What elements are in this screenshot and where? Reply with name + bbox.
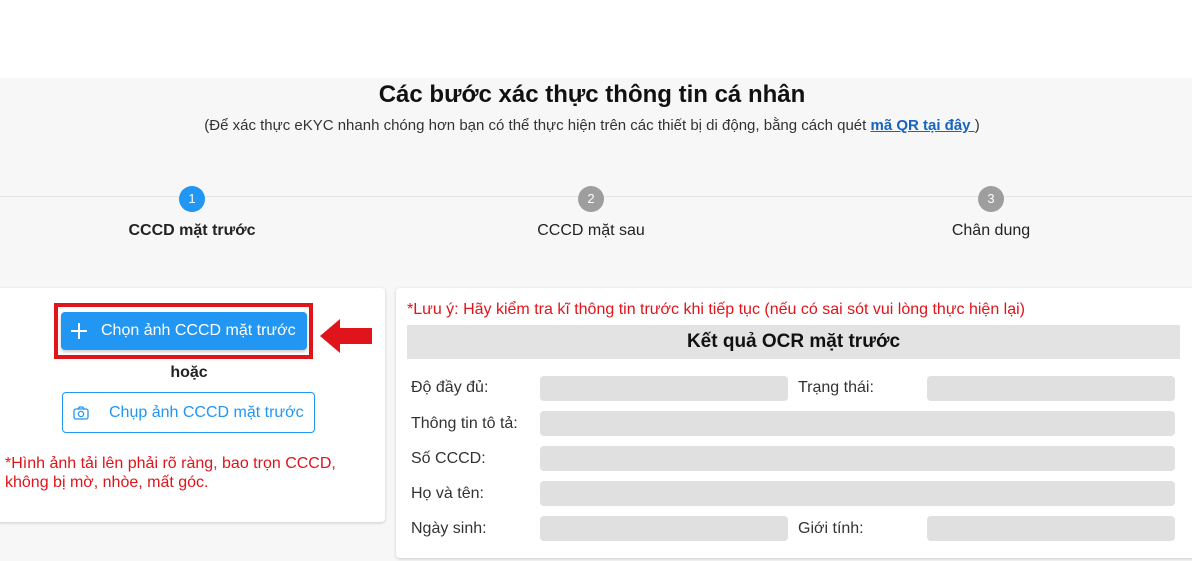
subtitle-close: ) bbox=[974, 117, 980, 134]
dob-field[interactable] bbox=[540, 516, 788, 541]
step-number-3: 3 bbox=[978, 186, 1004, 212]
subtitle-text: (Để xác thực eKYC nhanh chóng hơn bạn có… bbox=[204, 117, 871, 134]
step-portrait: 3 Chân dung bbox=[841, 186, 1141, 241]
step-label-2: CCCD mặt sau bbox=[537, 222, 645, 239]
step-number-2: 2 bbox=[578, 186, 604, 212]
completeness-label: Độ đầy đủ: bbox=[411, 379, 489, 396]
gender-field[interactable] bbox=[927, 516, 1175, 541]
id-number-label: Số CCCD: bbox=[411, 450, 486, 467]
camera-icon bbox=[73, 405, 89, 420]
page-subtitle: (Để xác thực eKYC nhanh chóng hơn bạn có… bbox=[0, 116, 1184, 136]
step-front-id: 1 CCCD mặt trước bbox=[42, 186, 342, 241]
ocr-warning-note: *Lưu ý: Hãy kiểm tra kĩ thông tin trước … bbox=[407, 301, 1026, 318]
ocr-result-title: Kết quả OCR mặt trước bbox=[407, 325, 1180, 359]
step-label-1: CCCD mặt trước bbox=[128, 222, 256, 239]
completeness-field[interactable] bbox=[540, 376, 788, 401]
status-field[interactable] bbox=[927, 376, 1175, 401]
plus-icon bbox=[69, 321, 89, 341]
capture-photo-label: Chụp ảnh CCCD mặt trước bbox=[109, 403, 304, 421]
choose-image-button[interactable]: Chọn ảnh CCCD mặt trước bbox=[61, 312, 307, 350]
gender-label: Giới tính: bbox=[798, 520, 864, 537]
qr-code-link[interactable]: mã QR tại đây bbox=[870, 117, 974, 134]
step-back-id: 2 CCCD mặt sau bbox=[441, 186, 741, 241]
dob-label: Ngày sinh: bbox=[411, 520, 487, 537]
step-label-3: Chân dung bbox=[951, 222, 1031, 239]
step-number-1: 1 bbox=[179, 186, 205, 212]
choose-image-label: Chọn ảnh CCCD mặt trước bbox=[101, 322, 296, 339]
page-title: Các bước xác thực thông tin cá nhân bbox=[378, 81, 806, 108]
description-field[interactable] bbox=[540, 411, 1175, 436]
description-label: Thông tin tô tả: bbox=[411, 415, 518, 432]
capture-photo-button[interactable]: Chụp ảnh CCCD mặt trước bbox=[62, 392, 315, 433]
or-label: hoặc bbox=[170, 364, 208, 381]
id-number-field[interactable] bbox=[540, 446, 1175, 471]
full-name-field[interactable] bbox=[540, 481, 1175, 506]
full-name-label: Họ và tên: bbox=[411, 485, 484, 502]
arrow-left-icon bbox=[320, 319, 372, 353]
upload-note: *Hình ảnh tải lên phải rõ ràng, bao trọn… bbox=[5, 455, 336, 491]
status-label: Trạng thái: bbox=[798, 379, 874, 396]
